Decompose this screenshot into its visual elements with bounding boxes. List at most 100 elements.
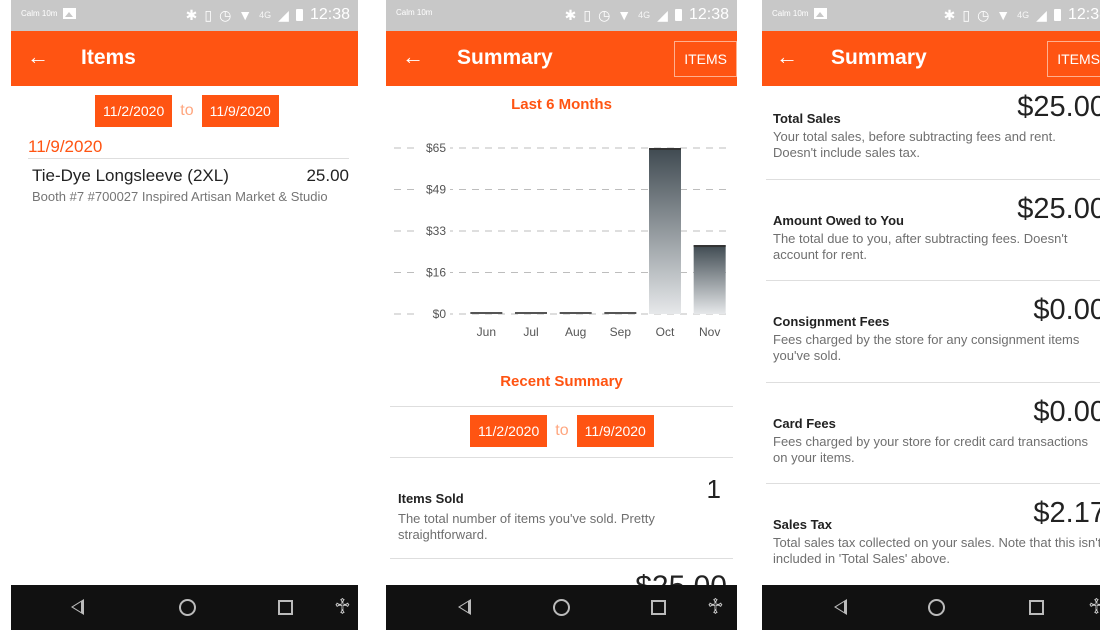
bar-jul[interactable] [515, 312, 547, 314]
divider [766, 483, 1100, 484]
items-button[interactable]: ITEMS [1047, 41, 1100, 77]
status-bar: Calm 10m ✱ ▯ ◷ ▼ 4G ◢ 12:38 [11, 0, 358, 31]
nav-recents-icon[interactable] [651, 600, 666, 615]
row-title: Amount Owed to You [773, 212, 904, 228]
nav-bar: ♱ [11, 585, 358, 630]
signal-icon: ◢ [657, 6, 668, 23]
bar-sep[interactable] [604, 312, 637, 314]
status-left-text: Calm 10m [396, 8, 433, 17]
item-price: 25.00 [306, 166, 349, 185]
battery-icon [1053, 9, 1061, 21]
item-subtitle: Booth #7 #700027 Inspired Artisan Market… [32, 189, 328, 204]
items-button[interactable]: ITEMS [674, 41, 737, 77]
back-arrow-icon[interactable]: ← [27, 44, 49, 70]
divider [766, 280, 1100, 281]
bar-oct[interactable] [649, 148, 681, 314]
y-tick-label: $49 [426, 183, 446, 197]
signal-icon: ◢ [1036, 6, 1047, 23]
nav-bar: ♱ [762, 585, 1100, 630]
accessibility-icon[interactable]: ♱ [334, 594, 351, 620]
divider [390, 457, 733, 458]
status-time: 12:38 [309, 6, 350, 23]
bluetooth-icon: ✱ [943, 6, 956, 23]
chart-title: Last 6 Months [511, 96, 612, 113]
item-name: Tie-Dye Longsleeve (2XL) [32, 166, 229, 185]
page-title: Items [81, 46, 136, 69]
image-notification-icon [814, 8, 828, 19]
row-description: The total due to you, after subtracting … [773, 230, 1068, 262]
status-time: 12:38 [688, 6, 729, 23]
network-type: 4G [638, 10, 651, 20]
date-from-button[interactable]: 11/2/2020 [95, 95, 173, 127]
back-arrow-icon[interactable]: ← [776, 44, 798, 70]
row-title: Total Sales [773, 111, 841, 126]
bar-nov[interactable] [693, 245, 726, 314]
row-value: $25.00 [1017, 192, 1100, 225]
wifi-icon: ▼ [996, 7, 1011, 23]
y-tick-label: $0 [433, 307, 447, 321]
nav-home-icon[interactable] [179, 599, 196, 616]
nav-recents-icon[interactable] [278, 600, 293, 615]
network-type: 4G [259, 10, 272, 20]
signal-icon: ◢ [278, 6, 289, 23]
row-description: Your total sales, before subtracting fee… [773, 129, 1056, 160]
date-range: 11/2/2020 to 11/9/2020 [470, 415, 654, 447]
summary-row: Amount Owed to You $25.00 The total due to… [762, 188, 1100, 290]
bar-cap [693, 245, 726, 248]
app-bar: ← Summary ITEMS [762, 31, 1100, 86]
group-date-header: 11/9/2020 [28, 137, 103, 156]
summary-details-screen: Calm 10m ✱ ▯ ◷ ▼ 4G ◢ 12:38 ← Summary IT… [762, 0, 1100, 630]
page-title: Summary [457, 46, 553, 69]
bluetooth-icon: ✱ [564, 6, 577, 23]
date-to-label: to [555, 422, 569, 439]
bar-jun[interactable] [470, 312, 503, 314]
date-from-button[interactable]: 11/2/2020 [470, 415, 548, 447]
bar-aug[interactable] [559, 312, 592, 314]
summary-row: Total Sales $25.00 Your total sales, befor… [762, 86, 1100, 188]
date-to-button[interactable]: 11/9/2020 [201, 95, 279, 127]
x-tick-label: Aug [565, 325, 586, 339]
summary-chart-screen: Calm 10m ✱ ▯ ◷ ▼ 4G ◢ 12:38 ← Summary IT… [386, 0, 737, 630]
battery-icon [674, 9, 682, 21]
x-tick-label: Oct [656, 325, 675, 339]
date-to-label: to [180, 102, 194, 119]
app-bar: ← Summary ITEMS [386, 31, 737, 86]
row-description: Fees charged by the store for any consig… [773, 332, 1080, 363]
back-arrow-icon[interactable]: ← [402, 44, 424, 70]
divider [28, 158, 349, 159]
vibrate-icon: ▯ [962, 6, 971, 23]
row-value: 1 [706, 474, 721, 504]
vibrate-icon: ▯ [204, 6, 213, 23]
nav-back-icon[interactable] [458, 599, 471, 615]
nav-bar: ♱ [386, 585, 737, 630]
row-value: $2.17 [1033, 497, 1100, 529]
x-tick-label: Jul [523, 325, 538, 339]
vibrate-icon: ▯ [583, 6, 592, 23]
page-title: Summary [831, 46, 927, 69]
divider [766, 381, 1100, 383]
network-type: 4G [1017, 10, 1030, 20]
items-screen: Calm 10m ✱ ▯ ◷ ▼ 4G ◢ 12:38 ← Items 11/2… [11, 0, 358, 630]
accessibility-icon[interactable]: ♱ [1088, 594, 1100, 620]
nav-back-icon[interactable] [71, 599, 84, 615]
nav-home-icon[interactable] [928, 599, 945, 616]
row-description: Fees charged by your store for credit ca… [773, 433, 1089, 465]
x-tick-label: Nov [699, 325, 720, 339]
row-description: Total sales tax collected on your sales.… [773, 535, 1100, 566]
divider [766, 178, 1100, 180]
alarm-icon: ◷ [598, 6, 611, 23]
row-value: $0.00 [1033, 395, 1100, 428]
accessibility-icon[interactable]: ♱ [707, 594, 724, 620]
date-to-button[interactable]: 11/9/2020 [576, 415, 654, 447]
nav-home-icon[interactable] [553, 599, 570, 616]
summary-row: Consignment Fees $0.00 Fees charged by the… [762, 289, 1100, 391]
status-bar: Calm 10m ✱ ▯ ◷ ▼ 4G ◢ 12:38 [762, 0, 1100, 31]
nav-back-icon[interactable] [834, 599, 847, 615]
y-tick-label: $16 [426, 266, 446, 280]
nav-recents-icon[interactable] [1029, 600, 1044, 615]
status-left-text: Calm 10m [772, 9, 809, 18]
date-range: 11/2/2020 to 11/9/2020 [95, 95, 279, 127]
row-title: Items Sold [398, 491, 464, 506]
bluetooth-icon: ✱ [185, 6, 198, 23]
row-value: $25.00 [635, 572, 727, 585]
